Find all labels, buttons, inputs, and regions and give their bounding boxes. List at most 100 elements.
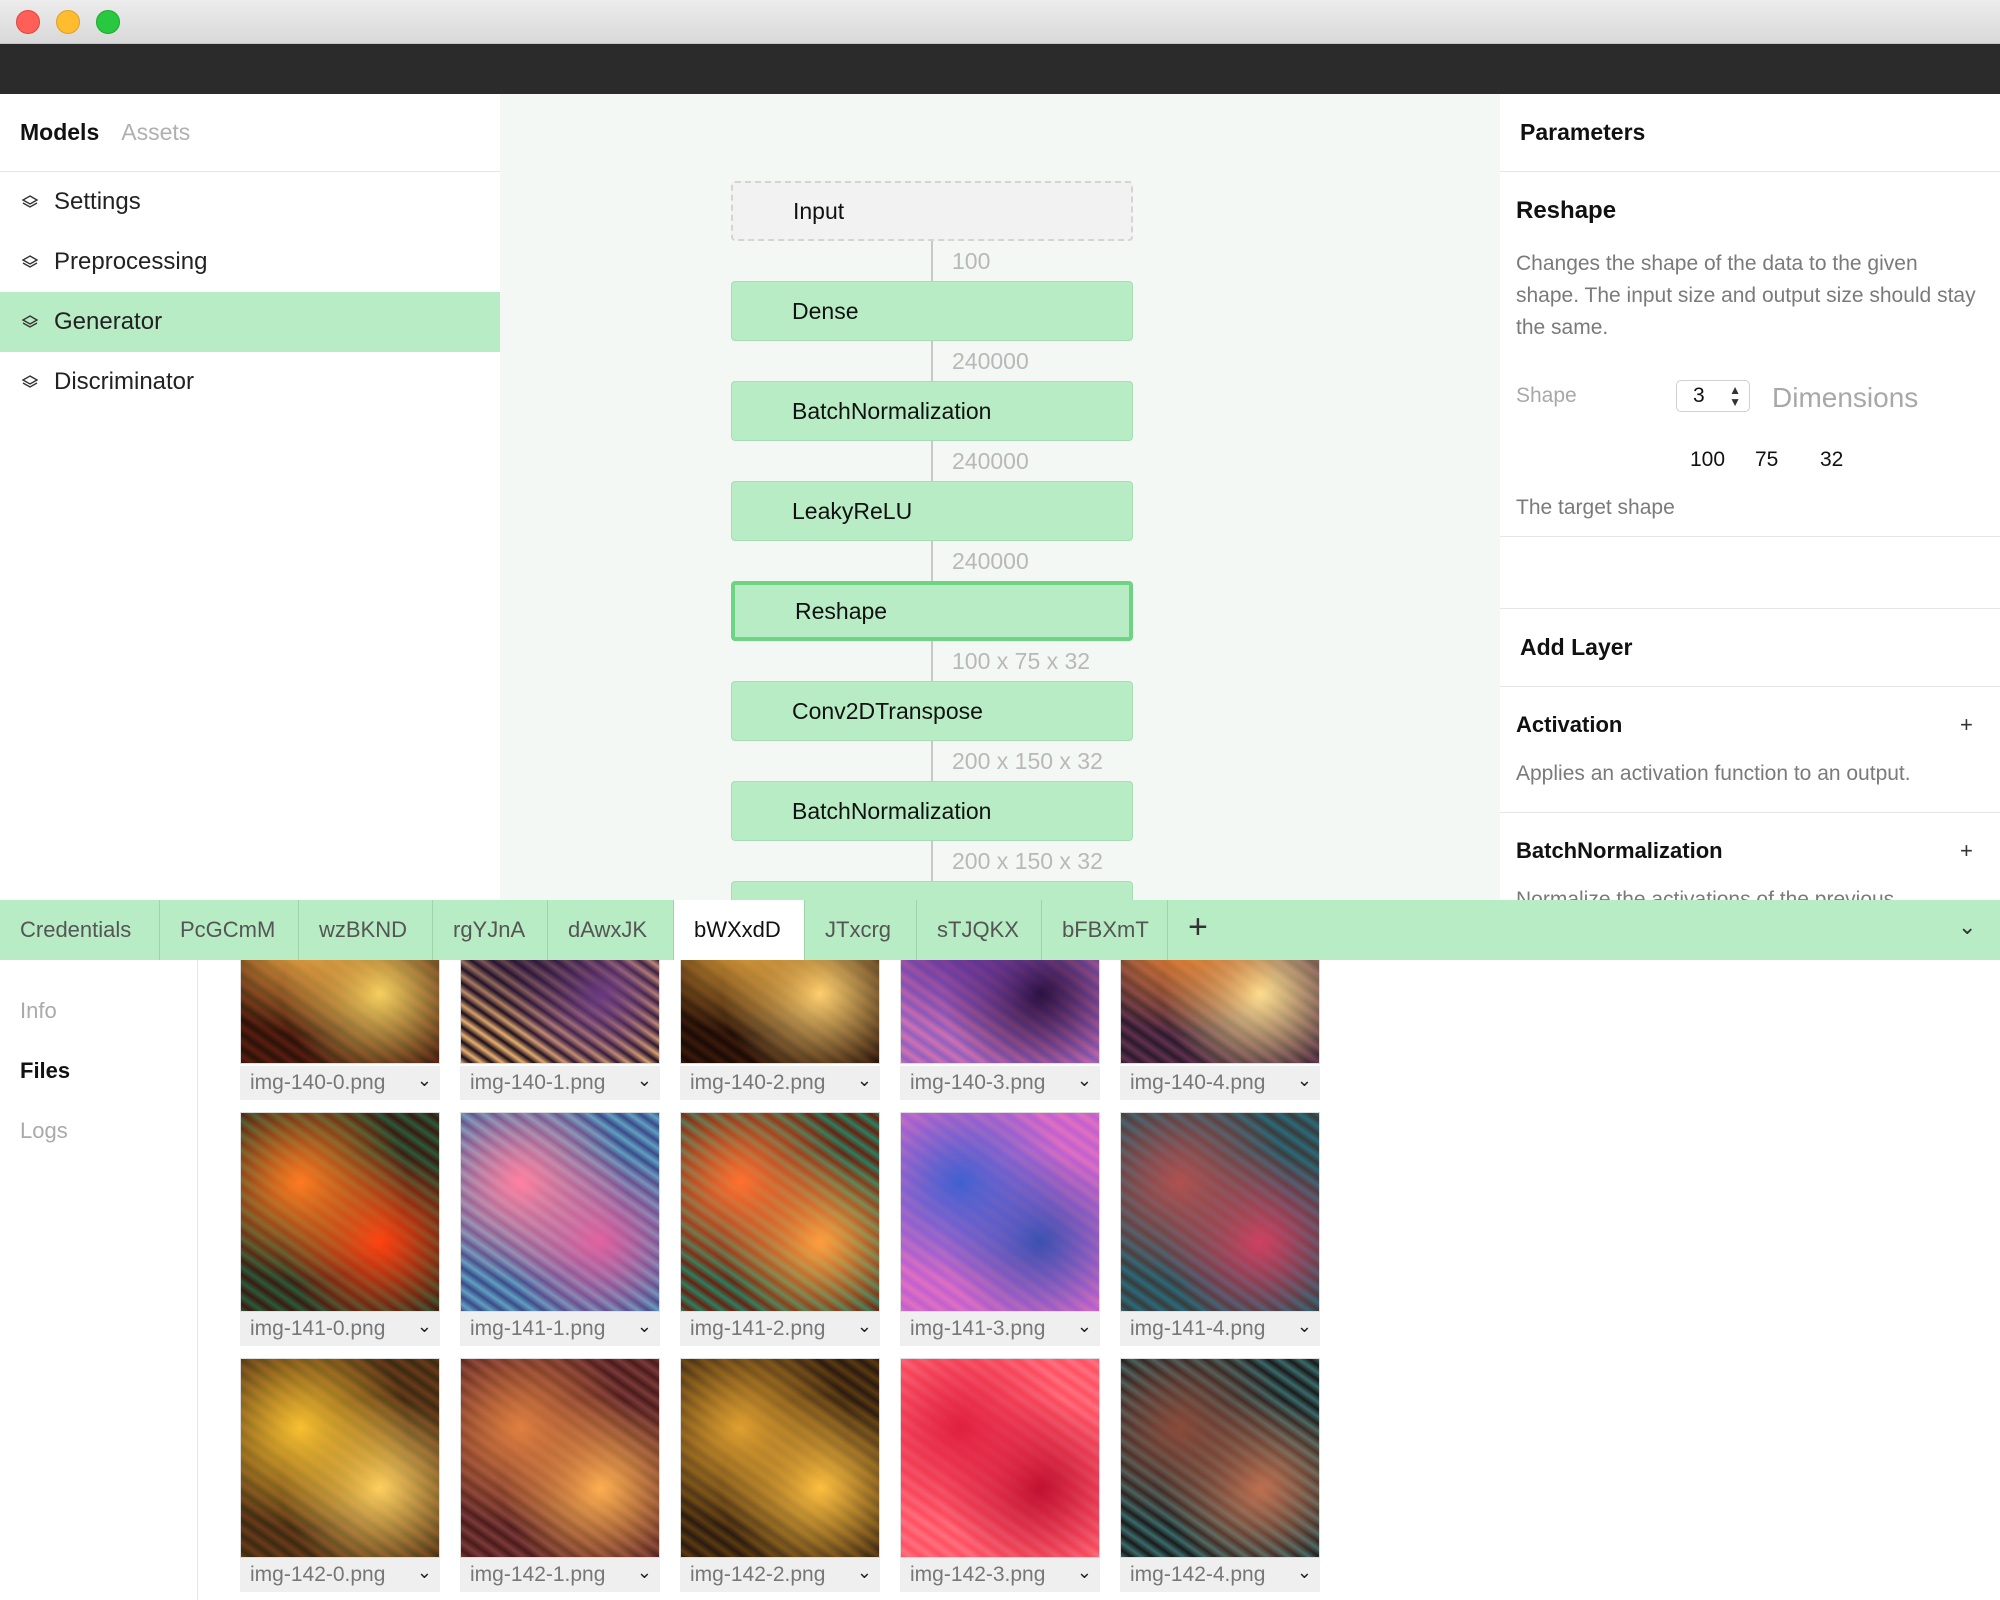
- graph-connector: [931, 241, 933, 281]
- layers-icon: [20, 372, 40, 392]
- file-name-label[interactable]: img-142-2.png ⌄: [680, 1558, 880, 1592]
- graph-node-leakyrelu[interactable]: LeakyReLU: [731, 481, 1133, 541]
- chevron-down-icon[interactable]: ⌄: [637, 1316, 652, 1337]
- file-thumbnail[interactable]: [900, 1358, 1100, 1558]
- file-thumbnail[interactable]: [1120, 960, 1320, 1064]
- files-gallery: img-140-0.png ⌄ img-140-1.png ⌄ img-140-2.pn…: [198, 960, 2000, 1600]
- chevron-down-icon[interactable]: ⌄: [857, 1316, 872, 1337]
- file-name-label[interactable]: img-140-3.png ⌄: [900, 1066, 1100, 1100]
- file-thumbnail[interactable]: [240, 1358, 440, 1558]
- graph-node-conv2dtranspose[interactable]: Conv2DTranspose: [731, 681, 1133, 741]
- model-graph-canvas[interactable]: Input 100 Dense 240000 BatchNormalizatio…: [500, 94, 1500, 900]
- file-name-text: img-141-4.png: [1130, 1317, 1266, 1340]
- close-window-button[interactable]: [16, 10, 40, 34]
- tab-bfbxmt[interactable]: bFBXmT: [1042, 900, 1168, 960]
- tab-dawxjk[interactable]: dAwxJK: [548, 900, 674, 960]
- add-tab-button[interactable]: +: [1188, 908, 1208, 947]
- file-name-label[interactable]: img-140-1.png ⌄: [460, 1066, 660, 1100]
- tab-pcgcmm[interactable]: PcGCmM: [160, 900, 299, 960]
- file-name-label[interactable]: img-142-1.png ⌄: [460, 1558, 660, 1592]
- shape-dimension-stepper[interactable]: 3 ▲ ▼: [1676, 380, 1750, 412]
- graph-dimension: 240000: [952, 448, 1029, 474]
- file-thumbnail[interactable]: [460, 1112, 660, 1312]
- file-thumbnail[interactable]: [1120, 1112, 1320, 1312]
- nav-info[interactable]: Info: [20, 998, 57, 1024]
- file-name-text: img-141-1.png: [470, 1317, 606, 1340]
- graph-node-input[interactable]: Input: [731, 181, 1133, 241]
- chevron-down-icon[interactable]: ⌄: [1297, 1562, 1312, 1583]
- sidebar-item-settings[interactable]: Settings: [0, 172, 500, 232]
- chevron-down-icon[interactable]: ⌄: [417, 1562, 432, 1583]
- chevron-down-icon[interactable]: ⌄: [637, 1070, 652, 1091]
- file-thumbnail[interactable]: [680, 960, 880, 1064]
- graph-node-dense[interactable]: Dense: [731, 281, 1133, 341]
- file-name-label[interactable]: img-140-4.png ⌄: [1120, 1066, 1320, 1100]
- file-name-label[interactable]: img-140-2.png ⌄: [680, 1066, 880, 1100]
- graph-dimension: 240000: [952, 548, 1029, 574]
- sidebar-item-discriminator[interactable]: Discriminator: [0, 352, 500, 412]
- nav-files[interactable]: Files: [20, 1058, 70, 1084]
- layers-icon: [20, 312, 40, 332]
- file-thumbnail[interactable]: [1120, 1358, 1320, 1558]
- collapse-panel-icon[interactable]: ⌄: [1958, 914, 1976, 940]
- file-name-label[interactable]: img-141-1.png ⌄: [460, 1312, 660, 1346]
- file-thumbnail[interactable]: [240, 960, 440, 1064]
- shape-value-input[interactable]: 100: [1690, 448, 1725, 472]
- tab-assets[interactable]: Assets: [121, 119, 190, 146]
- graph-node-batchnormalization-2[interactable]: BatchNormalization: [731, 781, 1133, 841]
- graph-connector: [931, 541, 933, 581]
- file-name-label[interactable]: img-140-0.png ⌄: [240, 1066, 440, 1100]
- file-name-label[interactable]: img-142-4.png ⌄: [1120, 1558, 1320, 1592]
- minimize-window-button[interactable]: [56, 10, 80, 34]
- file-thumbnail[interactable]: [680, 1112, 880, 1312]
- tab-bwxxdd[interactable]: bWXxdD: [674, 900, 805, 960]
- sidebar-item-preprocessing[interactable]: Preprocessing: [0, 232, 500, 292]
- file-name-label[interactable]: img-141-0.png ⌄: [240, 1312, 440, 1346]
- file-name-label[interactable]: img-142-0.png ⌄: [240, 1558, 440, 1592]
- file-name-label[interactable]: img-141-4.png ⌄: [1120, 1312, 1320, 1346]
- file-name-label[interactable]: img-141-3.png ⌄: [900, 1312, 1100, 1346]
- file-thumbnail[interactable]: [680, 1358, 880, 1558]
- tab-rgyjna[interactable]: rgYJnA: [433, 900, 548, 960]
- file-thumbnail[interactable]: [460, 960, 660, 1064]
- chevron-down-icon[interactable]: ⌄: [1297, 1070, 1312, 1091]
- file-name-label[interactable]: img-141-2.png ⌄: [680, 1312, 880, 1346]
- tab-wzbknd[interactable]: wzBKND: [299, 900, 433, 960]
- graph-node-partial[interactable]: [731, 881, 1133, 900]
- parameters-header: Parameters: [1500, 94, 2000, 172]
- add-batchnormalization-button[interactable]: +: [1960, 838, 1973, 864]
- graph-node-reshape[interactable]: Reshape: [731, 581, 1133, 641]
- tab-jtxcrg[interactable]: JTxcrg: [805, 900, 917, 960]
- add-layer-batchnormalization-title: BatchNormalization: [1516, 838, 1723, 863]
- shape-value-input[interactable]: 75: [1755, 448, 1778, 472]
- chevron-down-icon[interactable]: ⌄: [637, 1562, 652, 1583]
- graph-dimension: 200 x 150 x 32: [952, 748, 1103, 774]
- tab-models[interactable]: Models: [20, 119, 99, 146]
- divider: [1500, 608, 2000, 609]
- shape-value-input[interactable]: 32: [1820, 448, 1843, 472]
- chevron-down-icon[interactable]: ⌄: [417, 1316, 432, 1337]
- add-activation-button[interactable]: +: [1960, 712, 1973, 738]
- stepper-arrows-icon[interactable]: ▲ ▼: [1729, 384, 1741, 408]
- sidebar-item-generator[interactable]: Generator: [0, 292, 500, 352]
- file-thumbnail[interactable]: [900, 1112, 1100, 1312]
- chevron-down-icon[interactable]: ⌄: [1077, 1070, 1092, 1091]
- chevron-down-icon[interactable]: ⌄: [857, 1070, 872, 1091]
- tab-stjqkx[interactable]: sTJQKX: [917, 900, 1042, 960]
- maximize-window-button[interactable]: [96, 10, 120, 34]
- file-thumbnail[interactable]: [240, 1112, 440, 1312]
- chevron-down-icon[interactable]: ⌄: [417, 1070, 432, 1091]
- sidebar: Models Assets Settings Preprocessing Gen…: [0, 94, 500, 900]
- chevron-down-icon[interactable]: ⌄: [1077, 1316, 1092, 1337]
- chevron-down-icon[interactable]: ⌄: [1077, 1562, 1092, 1583]
- sidebar-item-label: Preprocessing: [54, 248, 208, 275]
- chevron-down-icon[interactable]: ⌄: [857, 1562, 872, 1583]
- tab-credentials[interactable]: Credentials: [0, 900, 160, 960]
- file-thumbnail[interactable]: [900, 960, 1100, 1064]
- file-thumbnail[interactable]: [460, 1358, 660, 1558]
- file-name-label[interactable]: img-142-3.png ⌄: [900, 1558, 1100, 1592]
- divider: [1500, 812, 2000, 813]
- graph-node-batchnormalization[interactable]: BatchNormalization: [731, 381, 1133, 441]
- chevron-down-icon[interactable]: ⌄: [1297, 1316, 1312, 1337]
- nav-logs[interactable]: Logs: [20, 1118, 68, 1144]
